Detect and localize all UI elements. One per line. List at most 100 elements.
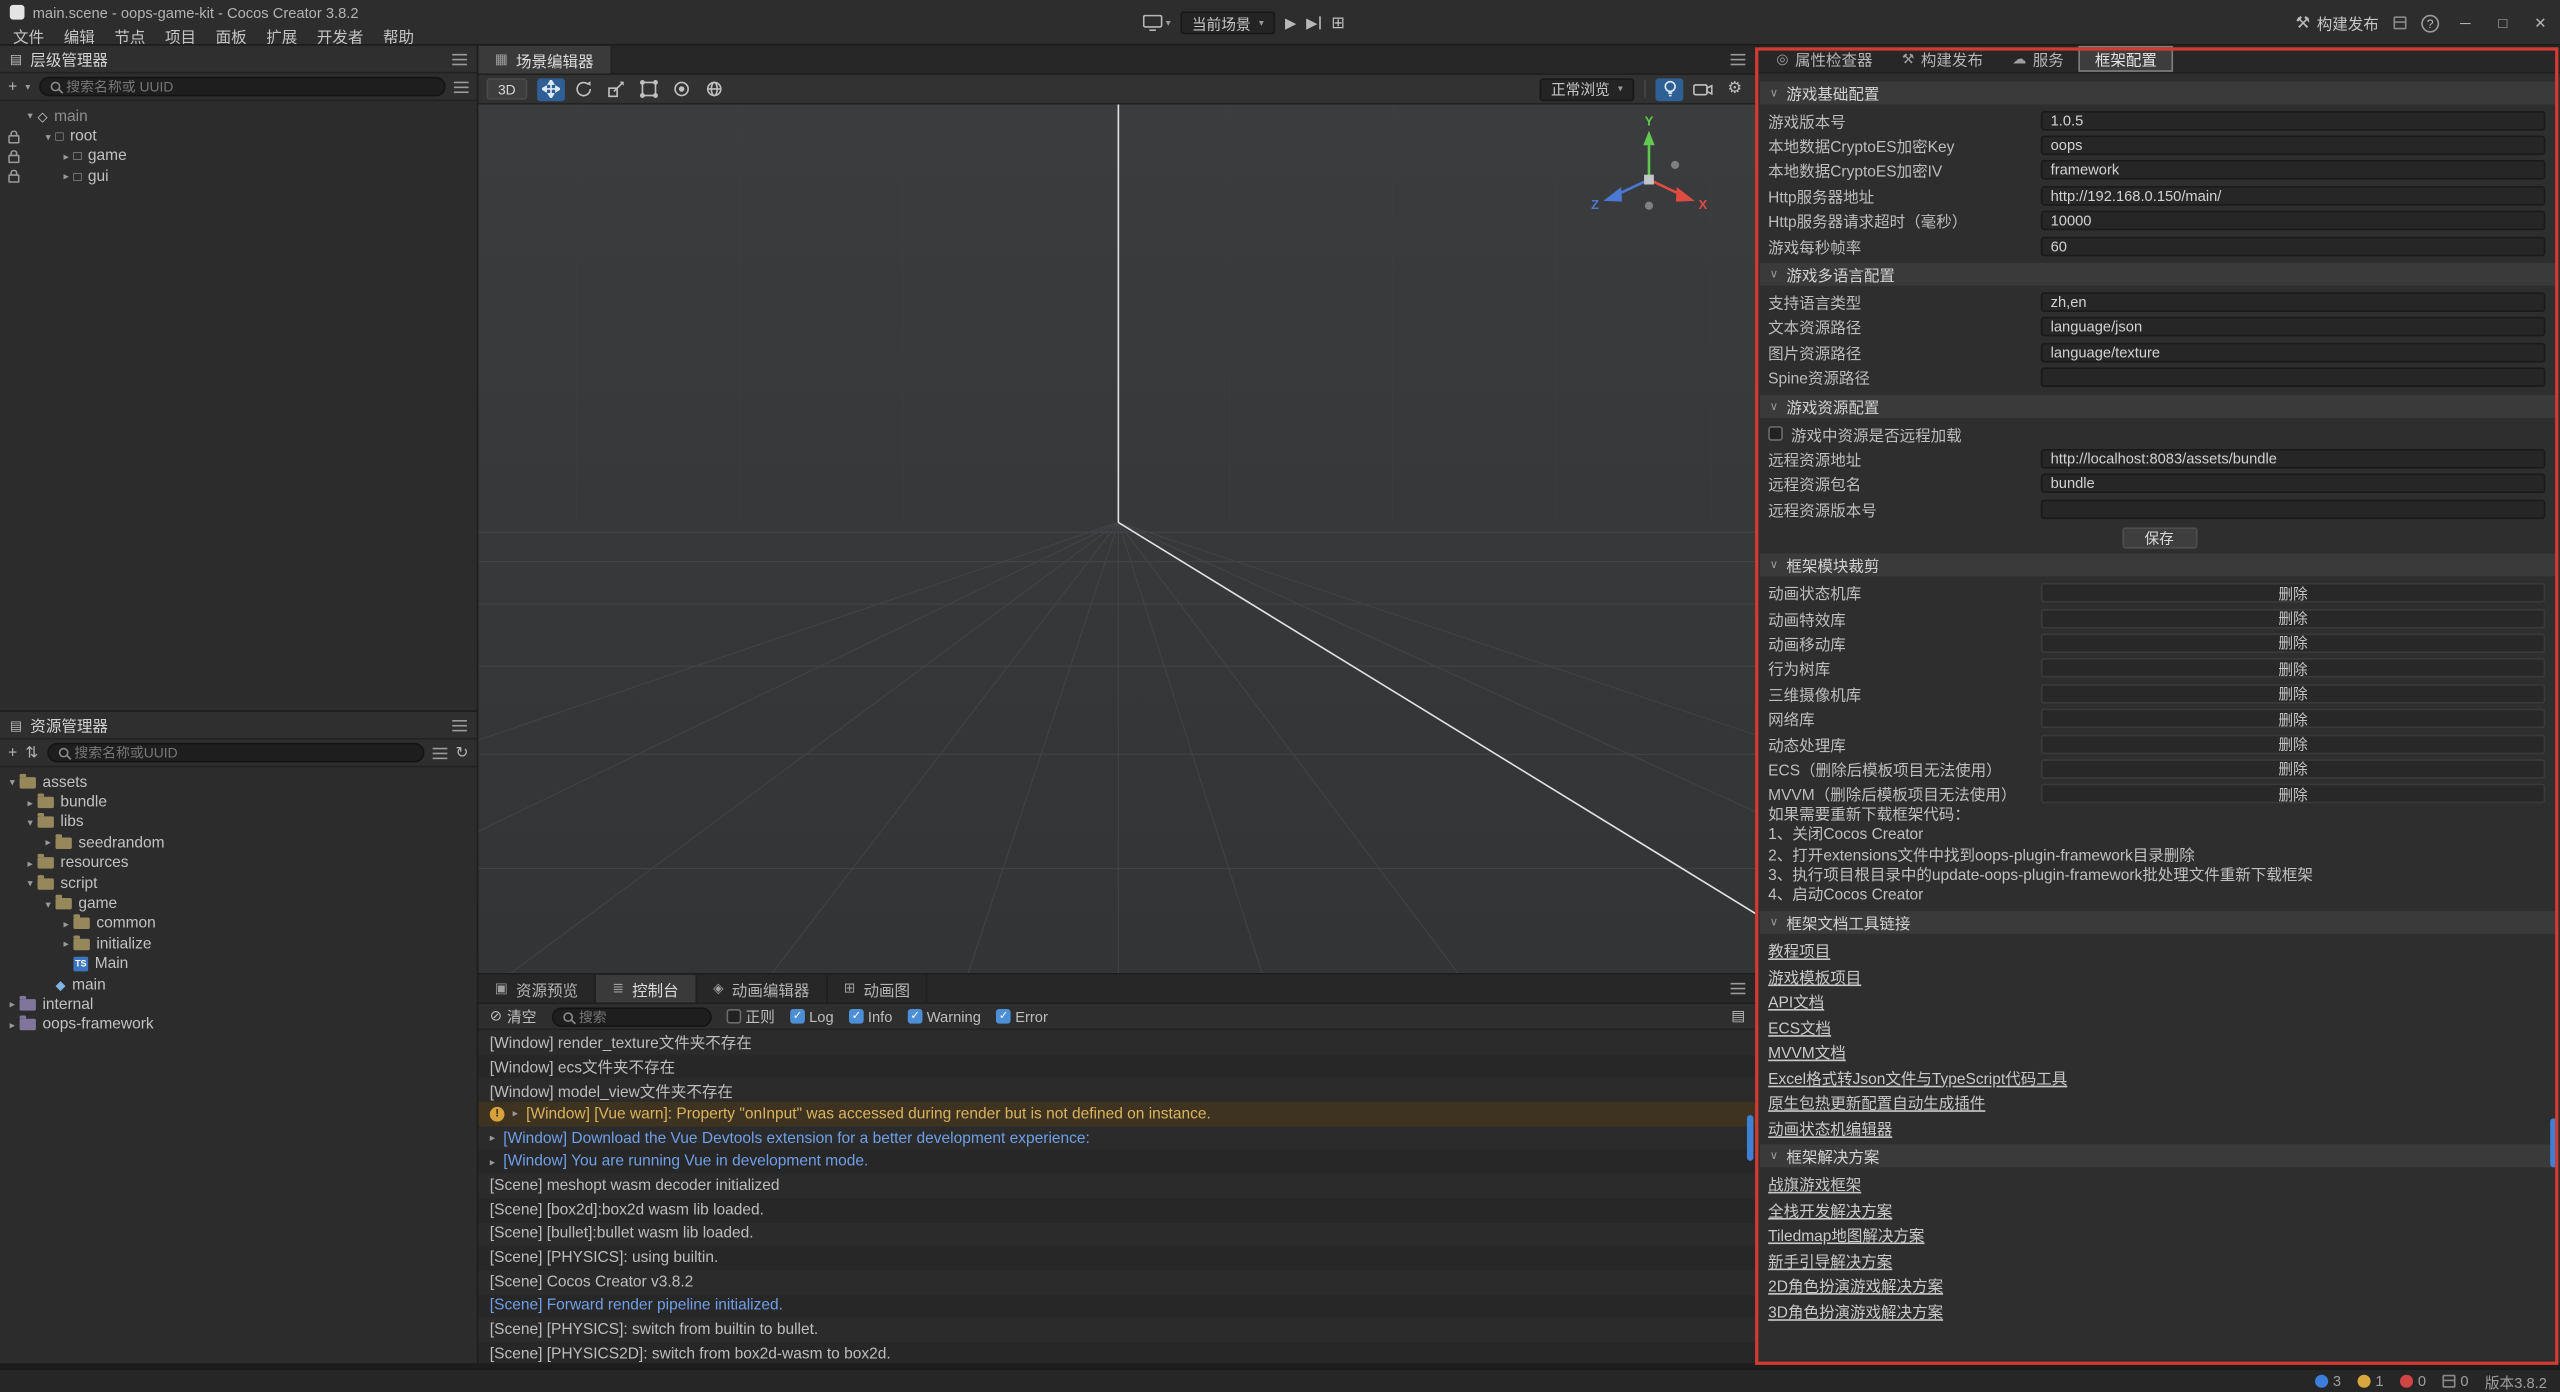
expand-arrow[interactable]: ▸ (5, 1019, 20, 1032)
expand-arrow[interactable]: ▾ (41, 897, 56, 910)
expand-arrow[interactable]: ▾ (23, 816, 38, 829)
tree-node-script[interactable]: ▾script (0, 873, 477, 893)
device-preview-button[interactable]: ▾ (1143, 15, 1171, 31)
play-button[interactable]: ▶ (1285, 14, 1296, 32)
tab-控制台[interactable]: ≣控制台 (596, 975, 697, 1003)
filter-error[interactable]: Error (996, 1008, 1048, 1024)
minimize-button[interactable]: ─ (2454, 15, 2477, 31)
filter-info[interactable]: Info (848, 1008, 892, 1024)
pivot-tool-button[interactable] (668, 78, 696, 101)
doc-link[interactable]: 游戏模板项目 (1768, 964, 1861, 987)
maximize-button[interactable]: □ (2491, 15, 2514, 31)
refresh-icon[interactable]: ↻ (456, 744, 469, 762)
field-input[interactable]: http://localhost:8083/assets/bundle (2041, 449, 2545, 469)
tab-scene-editor[interactable]: ▦ 场景编辑器 (478, 46, 611, 74)
section-header-solutions[interactable]: ∨ 框架解决方案 (1760, 1145, 2558, 1168)
tree-node-assets[interactable]: ▾assets (0, 772, 477, 792)
package-icon[interactable] (2393, 16, 2406, 29)
field-input[interactable]: 10000 (2041, 211, 2545, 231)
field-input[interactable]: http://192.168.0.150/main/ (2041, 186, 2545, 206)
save-button[interactable]: 保存 (2122, 528, 2197, 549)
delete-button[interactable]: 删除 (2041, 583, 2545, 603)
panel-menu-icon[interactable] (452, 719, 467, 730)
space-toggle-button[interactable] (700, 78, 728, 101)
clear-console-button[interactable]: ⊘ 清空 (490, 1006, 537, 1027)
doc-link[interactable]: 动画状态机编辑器 (1768, 1116, 1892, 1139)
tab-构建发布[interactable]: ⚒构建发布 (1887, 46, 1997, 72)
assets-search-input[interactable]: 搜索名称或UUID (47, 743, 425, 763)
doc-link[interactable]: ECS文档 (1768, 1015, 1831, 1038)
tree-node-main[interactable]: ▾◇main (0, 106, 477, 126)
expand-arrow[interactable]: ▸ (23, 857, 38, 870)
doc-link[interactable]: 2D角色扮演游戏解决方案 (1768, 1274, 1943, 1297)
field-input[interactable]: bundle (2041, 474, 2545, 494)
doc-link[interactable]: 新手引导解决方案 (1768, 1249, 1892, 1272)
expand-arrow[interactable]: ▸ (5, 998, 20, 1011)
rotate-tool-button[interactable] (570, 78, 598, 101)
menu-item-开发者[interactable]: 开发者 (307, 24, 373, 47)
console-scrollbar[interactable] (1747, 1030, 1755, 1360)
delete-button[interactable]: 删除 (2041, 608, 2545, 628)
build-publish-button[interactable]: ⚒ 构建发布 (2296, 11, 2379, 34)
field-input[interactable] (2041, 368, 2545, 388)
section-header-docs[interactable]: ∨ 框架文档工具链接 (1760, 912, 2558, 935)
menu-item-项目[interactable]: 项目 (155, 24, 206, 47)
scene-select[interactable]: 当前场景 ▾ (1180, 11, 1275, 34)
delete-button[interactable]: 删除 (2041, 709, 2545, 729)
filter-icon[interactable] (454, 81, 469, 92)
field-input[interactable] (2041, 499, 2545, 519)
add-node-button[interactable]: + (8, 78, 17, 96)
section-header-modules[interactable]: ∨ 框架模块裁剪 (1760, 554, 2558, 577)
tree-node-common[interactable]: ▸common (0, 914, 477, 934)
expand-arrow[interactable]: ▸ (513, 1108, 518, 1121)
doc-link[interactable]: 战旗游戏框架 (1768, 1173, 1861, 1196)
menu-item-文件[interactable]: 文件 (3, 24, 54, 47)
tree-node-resources[interactable]: ▸resources (0, 853, 477, 873)
menu-item-面板[interactable]: 面板 (206, 24, 257, 47)
expand-arrow[interactable]: ▸ (59, 150, 74, 163)
menu-item-扩展[interactable]: 扩展 (256, 24, 307, 47)
delete-button[interactable]: 删除 (2041, 633, 2545, 653)
delete-button[interactable]: 删除 (2041, 684, 2545, 704)
help-icon[interactable]: ? (2421, 14, 2439, 32)
expand-arrow[interactable]: ▾ (5, 776, 20, 789)
filter-log[interactable]: Log (790, 1008, 834, 1024)
inspector-scrollbar[interactable] (2550, 73, 2558, 1363)
expand-arrow[interactable]: ▸ (59, 170, 74, 183)
scrollbar-thumb[interactable] (1747, 1115, 1754, 1161)
tab-动画图[interactable]: ⊞动画图 (827, 975, 928, 1003)
layout-grid-icon[interactable]: ⊞ (1331, 14, 1345, 32)
doc-link[interactable]: API文档 (1768, 990, 1824, 1013)
delete-button[interactable]: 删除 (2041, 734, 2545, 754)
scene-viewport[interactable]: Y X Z (478, 104, 1756, 973)
expand-arrow[interactable]: ▾ (23, 877, 38, 890)
tree-node-initialize[interactable]: ▸initialize (0, 934, 477, 954)
section-header-basic[interactable]: ∨ 游戏基础配置 (1760, 82, 2558, 105)
move-tool-button[interactable] (537, 78, 565, 101)
tab-框架配置[interactable]: 框架配置 (2079, 46, 2174, 72)
doc-link[interactable]: 全栈开发解决方案 (1768, 1198, 1892, 1221)
expand-arrow[interactable]: ▸ (59, 938, 74, 951)
tree-node-root[interactable]: ▾□root (0, 126, 477, 146)
doc-link[interactable]: Excel格式转Json文件与TypeScript代码工具 (1768, 1066, 2067, 1089)
view-mode-select[interactable]: 正常浏览 ▾ (1540, 78, 1635, 101)
error-count[interactable]: 0 (2400, 1373, 2426, 1389)
expand-arrow[interactable]: ▸ (41, 837, 56, 850)
expand-arrow[interactable]: ▸ (23, 796, 38, 809)
filter-icon[interactable] (433, 747, 448, 758)
scale-tool-button[interactable] (602, 78, 630, 101)
field-input[interactable]: 1.0.5 (2041, 111, 2545, 131)
tab-属性检查器[interactable]: ◎属性检查器 (1762, 46, 1888, 72)
menu-item-节点[interactable]: 节点 (105, 24, 156, 47)
add-asset-button[interactable]: + (8, 744, 17, 762)
panel-menu-icon[interactable] (1731, 983, 1746, 994)
doc-link[interactable]: MVVM文档 (1768, 1040, 1846, 1063)
expand-arrow[interactable]: ▾ (23, 110, 38, 123)
field-input[interactable]: oops (2041, 136, 2545, 156)
expand-arrow[interactable]: ▸ (59, 917, 74, 930)
view-gizmo[interactable]: Y X Z (1587, 111, 1711, 235)
tree-node-seedrandom[interactable]: ▸seedrandom (0, 833, 477, 853)
camera-icon[interactable] (1688, 78, 1716, 101)
tree-node-game[interactable]: ▸□game (0, 147, 477, 167)
light-toggle-button[interactable] (1656, 78, 1684, 101)
